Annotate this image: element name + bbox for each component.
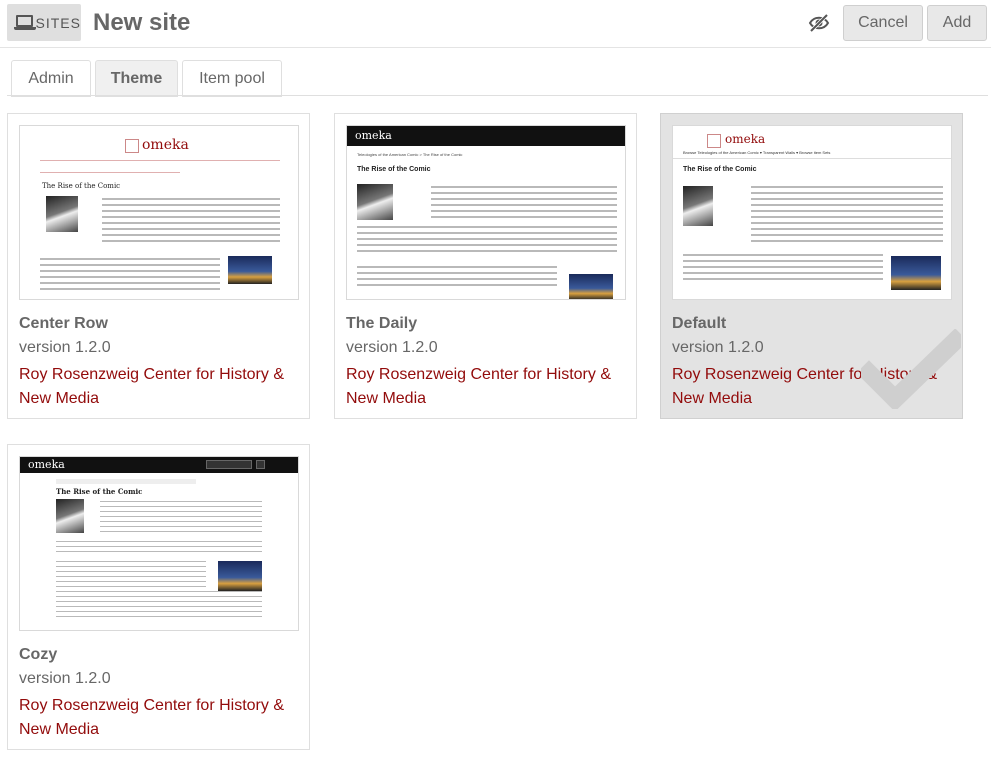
preview-logo: omeka (142, 137, 189, 153)
theme-version: version 1.2.0 (672, 339, 764, 356)
sites-section-badge[interactable]: SITES (7, 4, 81, 41)
theme-card-center-row[interactable]: omeka The Rise of the Comic Center Row v… (7, 113, 310, 419)
theme-name: The Daily (346, 315, 418, 332)
page-header: SITES New site Cancel Add (0, 0, 991, 48)
theme-preview-thumbnail: omeka The Rise of the Comic (19, 456, 299, 631)
preview-page-title: The Rise of the Comic (42, 182, 121, 190)
preview-page-title: The Rise of the Comic (56, 487, 143, 496)
tab-theme[interactable]: Theme (95, 60, 178, 97)
preview-logo: omeka (725, 132, 766, 146)
theme-card-default[interactable]: omeka Browse Teleologies of the American… (660, 113, 963, 419)
tab-admin[interactable]: Admin (11, 60, 91, 97)
theme-version: version 1.2.0 (19, 339, 111, 356)
preview-page-title: The Rise of the Comic (357, 166, 431, 173)
sites-label: SITES (35, 14, 81, 31)
laptop-icon (14, 14, 36, 31)
theme-card-the-daily[interactable]: omeka Teleologies of the American Comic … (334, 113, 637, 419)
add-button[interactable]: Add (927, 5, 987, 41)
checkmark-icon (861, 329, 961, 409)
preview-breadcrumb: Teleologies of the American Comic > The … (357, 152, 463, 157)
preview-logo: omeka (355, 129, 392, 142)
header-divider (0, 47, 991, 48)
theme-preview-thumbnail: omeka The Rise of the Comic (19, 125, 299, 300)
theme-author-link[interactable]: Roy Rosenzweig Center for History & New … (19, 363, 304, 411)
cancel-button[interactable]: Cancel (843, 5, 923, 41)
theme-name: Center Row (19, 315, 108, 332)
eye-slash-icon[interactable] (808, 13, 830, 33)
theme-version: version 1.2.0 (19, 670, 111, 687)
theme-card-cozy[interactable]: omeka The Rise of the Comic Cozy version… (7, 444, 310, 750)
theme-name: Cozy (19, 646, 58, 663)
logo-box-icon (707, 134, 721, 148)
theme-author-link[interactable]: Roy Rosenzweig Center for History & New … (19, 694, 304, 742)
theme-name: Default (672, 315, 727, 332)
preview-logo: omeka (28, 458, 65, 471)
theme-version: version 1.2.0 (346, 339, 438, 356)
preview-nav: Browse Teleologies of the American Comic… (683, 150, 831, 155)
page-title: New site (93, 9, 191, 36)
section-tabs: Admin Theme Item pool (0, 60, 991, 98)
theme-author-link[interactable]: Roy Rosenzweig Center for History & New … (346, 363, 631, 411)
preview-page-title: The Rise of the Comic (683, 166, 757, 173)
logo-box-icon (125, 139, 139, 153)
tabs-divider (7, 95, 988, 96)
theme-preview-thumbnail: omeka Teleologies of the American Comic … (346, 125, 626, 300)
tab-item-pool[interactable]: Item pool (182, 60, 282, 97)
theme-preview-thumbnail: omeka Browse Teleologies of the American… (672, 125, 952, 300)
